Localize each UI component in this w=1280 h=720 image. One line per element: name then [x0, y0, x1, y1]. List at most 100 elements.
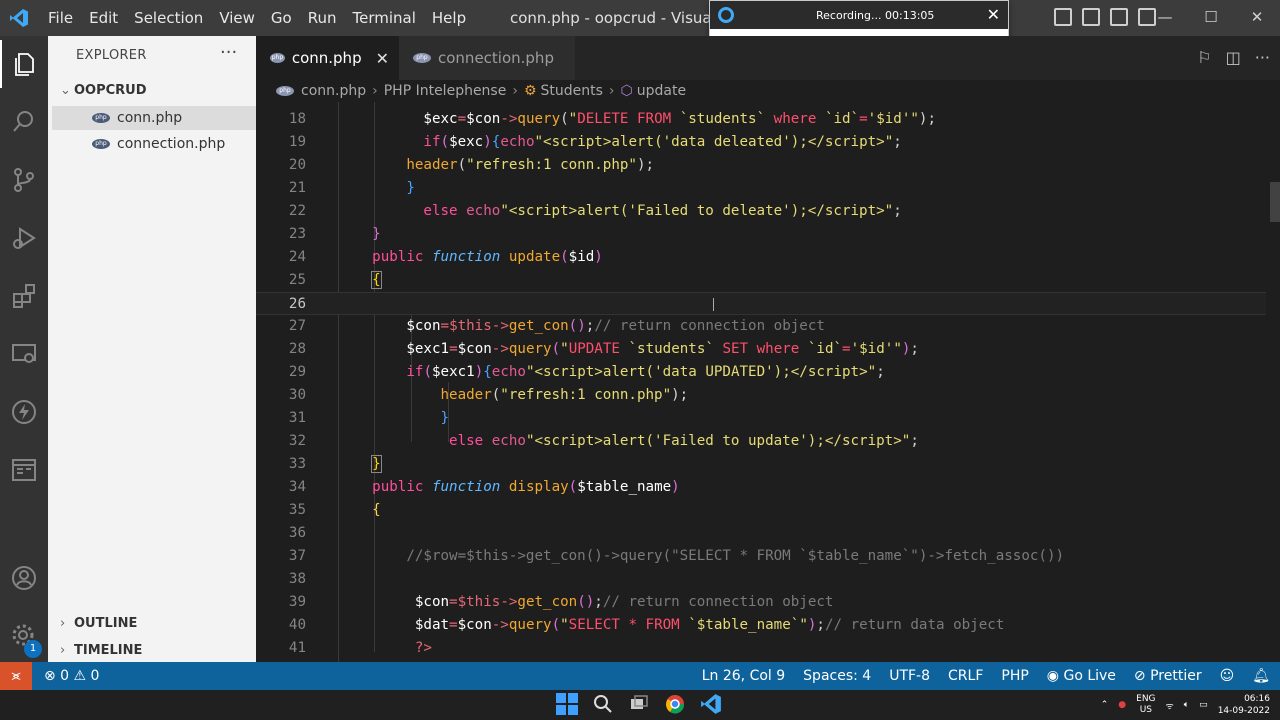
code-line: 33 } — [256, 453, 1266, 476]
toggle-secondary-sidebar-icon[interactable] — [1110, 8, 1128, 26]
tab-label: conn.php — [291, 49, 362, 67]
notification-badge: 1 — [24, 640, 42, 658]
code-text: $exc=$con->query("DELETE FROM `students`… — [423, 111, 937, 127]
file-label: connection.php — [117, 136, 226, 152]
tab-conn-php[interactable]: php conn.php ✕ — [256, 36, 399, 80]
breadcrumb-namespace[interactable]: PHP Intelephense — [384, 83, 507, 99]
recorder-close-button[interactable]: ✕ — [987, 5, 1000, 24]
thunder-client-icon[interactable] — [0, 388, 48, 436]
code-text: { — [371, 271, 382, 289]
timeline-section[interactable]: › TIMELINE — [60, 643, 142, 658]
extensions-icon[interactable] — [0, 272, 48, 320]
toggle-sidebar-icon[interactable] — [1054, 8, 1072, 26]
breadcrumb-class[interactable]: Students — [541, 83, 603, 99]
source-control-icon[interactable] — [0, 156, 48, 204]
line-number: 28 — [288, 341, 306, 357]
line-ending[interactable]: CRLF — [948, 668, 983, 684]
menu-file[interactable]: File — [40, 0, 81, 36]
more-actions-icon[interactable]: ··· — [1255, 48, 1270, 67]
lang-bottom: US — [1139, 705, 1152, 715]
tray-chevron-up-icon[interactable]: ⌃ — [1101, 700, 1109, 710]
problems-indicator[interactable]: ⊗ 0 ⚠ 0 — [44, 668, 99, 684]
split-editor-icon[interactable]: ◫ — [1226, 48, 1241, 67]
code-line: 30 header("refresh:1 conn.php"); — [256, 384, 1266, 407]
chrome-icon[interactable] — [664, 693, 686, 715]
explorer-more-button[interactable]: ··· — [220, 42, 237, 63]
microphone-icon[interactable]: ● — [1118, 700, 1126, 710]
menu-terminal[interactable]: Terminal — [345, 0, 424, 36]
menu-edit[interactable]: Edit — [81, 0, 126, 36]
explorer-icon[interactable] — [0, 40, 48, 88]
go-live-button[interactable]: ◉ Go Live — [1047, 668, 1116, 684]
php-file-icon: php — [413, 53, 431, 63]
file-conn-php[interactable]: php conn.php — [52, 106, 256, 130]
code-line: 38 — [256, 568, 1266, 591]
windows-taskbar: ⌃ ● ENG US ᯤ 🔈︎ ▭ 06:16 14-09-2022 — [0, 690, 1280, 720]
taskbar-search-icon[interactable] — [592, 693, 614, 715]
menu-run[interactable]: Run — [300, 0, 345, 36]
remote-explorer-icon[interactable] — [0, 330, 48, 378]
language-mode[interactable]: PHP — [1001, 668, 1028, 684]
code-line-current: 26 — [256, 292, 1266, 315]
timeline-label: TIMELINE — [74, 643, 143, 658]
code-line: 22 else echo"<script>alert('Failed to de… — [256, 200, 1266, 223]
menu-bar: File Edit Selection View Go Run Terminal… — [40, 0, 474, 36]
line-number: 37 — [288, 548, 306, 564]
cursor-position[interactable]: Ln 26, Col 9 — [702, 668, 785, 684]
indentation[interactable]: Spaces: 4 — [803, 668, 871, 684]
vscode-taskbar-icon[interactable] — [700, 693, 722, 715]
notifications-bell-icon[interactable]: 🔔︎ — [1252, 668, 1270, 684]
code-editor[interactable]: 18 $exc=$con->query("DELETE FROM `studen… — [256, 102, 1280, 662]
code-line: 39 $con=$this->get_con();// return conne… — [256, 591, 1266, 614]
outline-section[interactable]: › OUTLINE — [60, 616, 137, 631]
clock-date: 14-09-2022 — [1217, 706, 1270, 716]
close-window-button[interactable]: ✕ — [1234, 0, 1280, 36]
maximize-button[interactable]: ☐ — [1188, 0, 1234, 36]
code-text: if($exc1){echo"<script>alert('data UPDAT… — [406, 364, 885, 380]
code-line: 41 ?> — [256, 637, 1266, 660]
chevron-right-icon: › — [372, 83, 378, 99]
feedback-icon[interactable]: ☺ — [1220, 668, 1235, 684]
minimize-button[interactable]: — — [1142, 0, 1188, 36]
window-controls: — ☐ ✕ — [1142, 0, 1280, 36]
windows-start-icon[interactable] — [556, 693, 578, 715]
menu-view[interactable]: View — [211, 0, 263, 36]
run-icon[interactable]: ⚐ — [1197, 48, 1211, 67]
file-connection-php[interactable]: php connection.php — [52, 132, 256, 156]
prettier-label: Prettier — [1150, 668, 1202, 684]
accounts-icon[interactable] — [0, 554, 48, 602]
manage-gear-icon[interactable]: 1 — [0, 612, 48, 660]
recorder-logo-icon — [718, 7, 734, 23]
search-icon[interactable] — [0, 98, 48, 146]
editor-scrollbar[interactable] — [1270, 182, 1280, 222]
status-right: Ln 26, Col 9 Spaces: 4 UTF-8 CRLF PHP ◉ … — [702, 662, 1270, 690]
close-tab-icon[interactable]: ✕ — [376, 49, 389, 68]
browser-preview-icon[interactable] — [0, 446, 48, 494]
battery-icon[interactable]: ▭ — [1199, 700, 1208, 710]
encoding[interactable]: UTF-8 — [889, 668, 930, 684]
remote-indicator-icon[interactable]: ⪤ — [0, 662, 32, 690]
menu-help[interactable]: Help — [424, 0, 474, 36]
toggle-panel-icon[interactable] — [1082, 8, 1100, 26]
breadcrumb-file[interactable]: conn.php — [301, 83, 366, 99]
prettier-button[interactable]: ⊘ Prettier — [1134, 668, 1202, 684]
language-indicator[interactable]: ENG US — [1136, 694, 1155, 716]
volume-icon[interactable]: 🔈︎ — [1184, 700, 1189, 710]
menu-selection[interactable]: Selection — [126, 0, 211, 36]
clock[interactable]: 06:16 14-09-2022 — [1218, 693, 1270, 717]
code-line: 32 else echo"<script>alert('Failed to up… — [256, 430, 1266, 453]
code-text: } — [406, 180, 415, 196]
line-number: 38 — [288, 571, 306, 587]
code-text: { — [372, 502, 381, 518]
folder-header[interactable]: ⌄ OOPCRUD — [60, 83, 147, 98]
code-text: header("refresh:1 conn.php"); — [440, 387, 689, 403]
task-view-icon[interactable] — [628, 693, 650, 715]
tab-connection-php[interactable]: php connection.php — [399, 36, 575, 80]
menu-go[interactable]: Go — [263, 0, 300, 36]
breadcrumb-method[interactable]: update — [637, 83, 686, 99]
code-line: 27 $con=$this->get_con();// return conne… — [256, 315, 1266, 338]
wifi-icon[interactable]: ᯤ — [1166, 699, 1174, 712]
run-debug-icon[interactable] — [0, 214, 48, 262]
problems-count: ⊗ 0 ⚠ 0 — [44, 668, 100, 684]
